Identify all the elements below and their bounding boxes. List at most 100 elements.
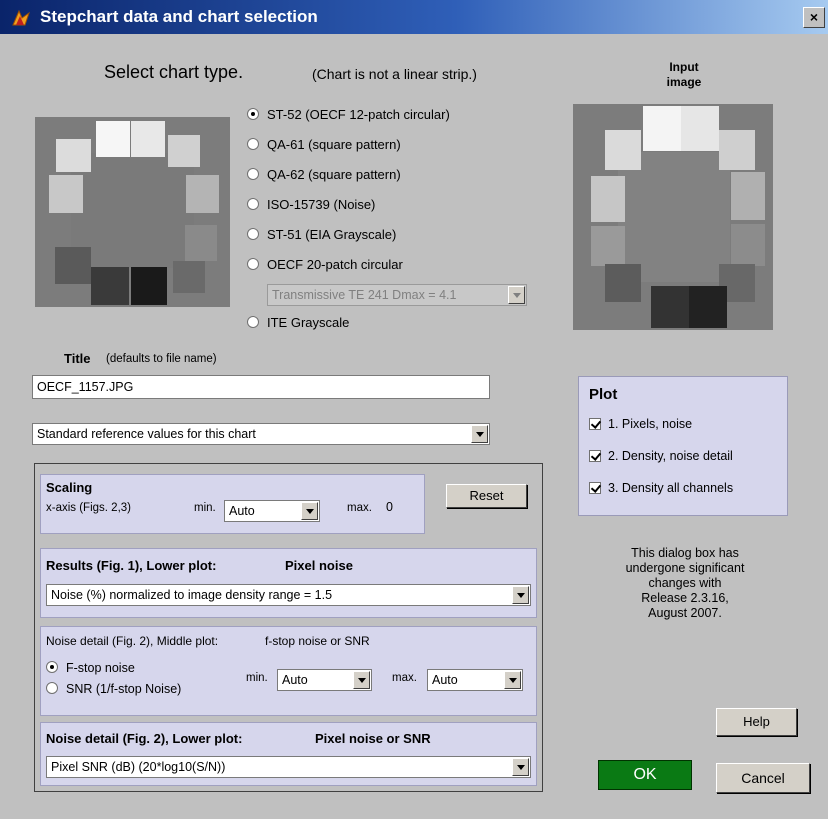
select-value: Pixel SNR (dB) (20*log10(S/N))	[51, 760, 226, 774]
radio-indicator[interactable]	[247, 198, 259, 210]
cancel-button[interactable]: Cancel	[716, 763, 810, 793]
reset-button-label: Reset	[469, 488, 504, 503]
checkbox-indicator[interactable]	[589, 482, 601, 494]
chevron-down-icon[interactable]	[512, 586, 529, 604]
noise-lower-heading: Noise detail (Fig. 2), Lower plot:	[46, 731, 243, 746]
radio-iso15739[interactable]: ISO-15739 (Noise)	[247, 197, 375, 217]
input-image	[573, 104, 773, 330]
plot-checkbox-density-channels[interactable]: 3. Density all channels	[589, 481, 733, 495]
select-value: Noise (%) normalized to image density ra…	[51, 588, 333, 602]
select-value: Auto	[282, 673, 308, 687]
plot-heading: Plot	[589, 386, 618, 403]
select-value: Auto	[229, 504, 255, 518]
checkbox-indicator[interactable]	[589, 418, 601, 430]
options-group: Scaling x-axis (Figs. 2,3) min. Auto max…	[34, 463, 543, 792]
notice-line: August 2007.	[648, 606, 722, 620]
plot-panel: Plot 1. Pixels, noise 2. Density, noise …	[578, 376, 788, 516]
radio-qa62[interactable]: QA-62 (square pattern)	[247, 167, 401, 187]
plot-checkbox-density-noise[interactable]: 2. Density, noise detail	[589, 449, 733, 463]
results-lower-plot-select[interactable]: Noise (%) normalized to image density ra…	[46, 584, 531, 606]
noise-min-select[interactable]: Auto	[277, 669, 372, 691]
chevron-down-icon[interactable]	[301, 502, 318, 520]
noise-middle-heading-value: f-stop noise or SNR	[265, 634, 370, 648]
noise-lower-heading-value: Pixel noise or SNR	[315, 731, 431, 746]
radio-st51[interactable]: ST-51 (EIA Grayscale)	[247, 227, 396, 247]
noise-max-label: max.	[392, 672, 417, 684]
radio-st52[interactable]: ST-52 (OECF 12-patch circular)	[247, 107, 450, 127]
transmissive-select[interactable]: Transmissive TE 241 Dmax = 4.1	[267, 284, 527, 306]
ok-button-label: OK	[633, 766, 657, 783]
results-heading: Results (Fig. 1), Lower plot:	[46, 558, 217, 573]
radio-label: SNR (1/f-stop Noise)	[66, 682, 182, 696]
radio-indicator[interactable]	[46, 682, 58, 694]
input-image-label-line2: image	[666, 75, 702, 89]
scaling-panel: Scaling x-axis (Figs. 2,3) min. Auto max…	[40, 474, 425, 534]
notice-line: Release 2.3.16,	[641, 591, 729, 605]
radio-indicator[interactable]	[247, 316, 259, 328]
results-panel: Results (Fig. 1), Lower plot: Pixel nois…	[40, 548, 537, 618]
noise-lower-plot-select[interactable]: Pixel SNR (dB) (20*log10(S/N))	[46, 756, 531, 778]
checkbox-label: 2. Density, noise detail	[608, 449, 733, 463]
radio-label: ITE Grayscale	[267, 315, 350, 330]
release-notice: This dialog box has undergone significan…	[600, 546, 770, 621]
dialog-window: Stepchart data and chart selection × Sel…	[0, 0, 828, 819]
radio-indicator[interactable]	[247, 228, 259, 240]
radio-label: ST-52 (OECF 12-patch circular)	[267, 107, 450, 122]
select-value: Standard reference values for this chart	[37, 427, 256, 441]
radio-label: QA-62 (square pattern)	[267, 167, 401, 182]
checkbox-label: 1. Pixels, noise	[608, 417, 693, 431]
chevron-down-icon[interactable]	[471, 425, 488, 443]
title-label: Title	[64, 351, 91, 366]
radio-label: ISO-15739 (Noise)	[267, 197, 376, 212]
radio-label: ST-51 (EIA Grayscale)	[267, 227, 397, 242]
app-logo-icon	[12, 9, 30, 26]
radio-indicator[interactable]	[247, 138, 259, 150]
noise-min-label: min.	[246, 672, 268, 684]
help-button-label: Help	[743, 714, 770, 729]
select-value: Auto	[432, 673, 458, 687]
notice-line: changes with	[648, 576, 722, 590]
chevron-down-icon[interactable]	[504, 671, 521, 689]
chevron-down-icon[interactable]	[353, 671, 370, 689]
radio-qa61[interactable]: QA-61 (square pattern)	[247, 137, 401, 157]
noise-middle-heading: Noise detail (Fig. 2), Middle plot:	[46, 634, 219, 648]
radio-oecf20[interactable]: OECF 20-patch circular	[247, 257, 403, 277]
select-value: Transmissive TE 241 Dmax = 4.1	[272, 288, 457, 302]
scaling-min-select[interactable]: Auto	[224, 500, 320, 522]
noise-detail-middle-panel: Noise detail (Fig. 2), Middle plot: f-st…	[40, 626, 537, 716]
noise-detail-lower-panel: Noise detail (Fig. 2), Lower plot: Pixel…	[40, 722, 537, 786]
chevron-down-icon[interactable]	[508, 286, 525, 304]
title-bar[interactable]: Stepchart data and chart selection ×	[0, 0, 828, 34]
radio-label: OECF 20-patch circular	[267, 257, 403, 272]
radio-indicator[interactable]	[247, 108, 259, 120]
chart-preview-image	[35, 117, 230, 307]
noise-max-select[interactable]: Auto	[427, 669, 523, 691]
radio-label: F-stop noise	[66, 661, 135, 675]
input-image-label-line1: Input	[669, 60, 699, 74]
scaling-max-value: 0	[386, 500, 393, 514]
title-hint: (defaults to file name)	[106, 353, 217, 365]
chevron-down-icon[interactable]	[512, 758, 529, 776]
checkbox-indicator[interactable]	[589, 450, 601, 462]
radio-ite-grayscale[interactable]: ITE Grayscale	[247, 315, 349, 335]
cancel-button-label: Cancel	[741, 770, 785, 786]
radio-indicator[interactable]	[247, 168, 259, 180]
help-button[interactable]: Help	[716, 708, 797, 736]
checkbox-label: 3. Density all channels	[608, 481, 734, 495]
plot-checkbox-pixels-noise[interactable]: 1. Pixels, noise	[589, 417, 692, 431]
scaling-min-label: min.	[194, 502, 216, 514]
scaling-heading: Scaling	[46, 480, 93, 495]
reference-values-select[interactable]: Standard reference values for this chart	[32, 423, 490, 445]
radio-fstop-noise[interactable]: F-stop noise	[46, 661, 135, 675]
notice-line: undergone significant	[625, 561, 745, 575]
results-heading-value: Pixel noise	[285, 558, 353, 573]
xaxis-label: x-axis (Figs. 2,3)	[46, 502, 131, 514]
title-input[interactable]: OECF_1157.JPG	[32, 375, 490, 399]
reset-button[interactable]: Reset	[446, 484, 527, 508]
radio-indicator[interactable]	[247, 258, 259, 270]
ok-button[interactable]: OK	[598, 760, 692, 790]
close-button[interactable]: ×	[803, 7, 825, 28]
radio-indicator[interactable]	[46, 661, 58, 673]
radio-snr[interactable]: SNR (1/f-stop Noise)	[46, 682, 181, 696]
window-title: Stepchart data and chart selection	[40, 7, 318, 26]
